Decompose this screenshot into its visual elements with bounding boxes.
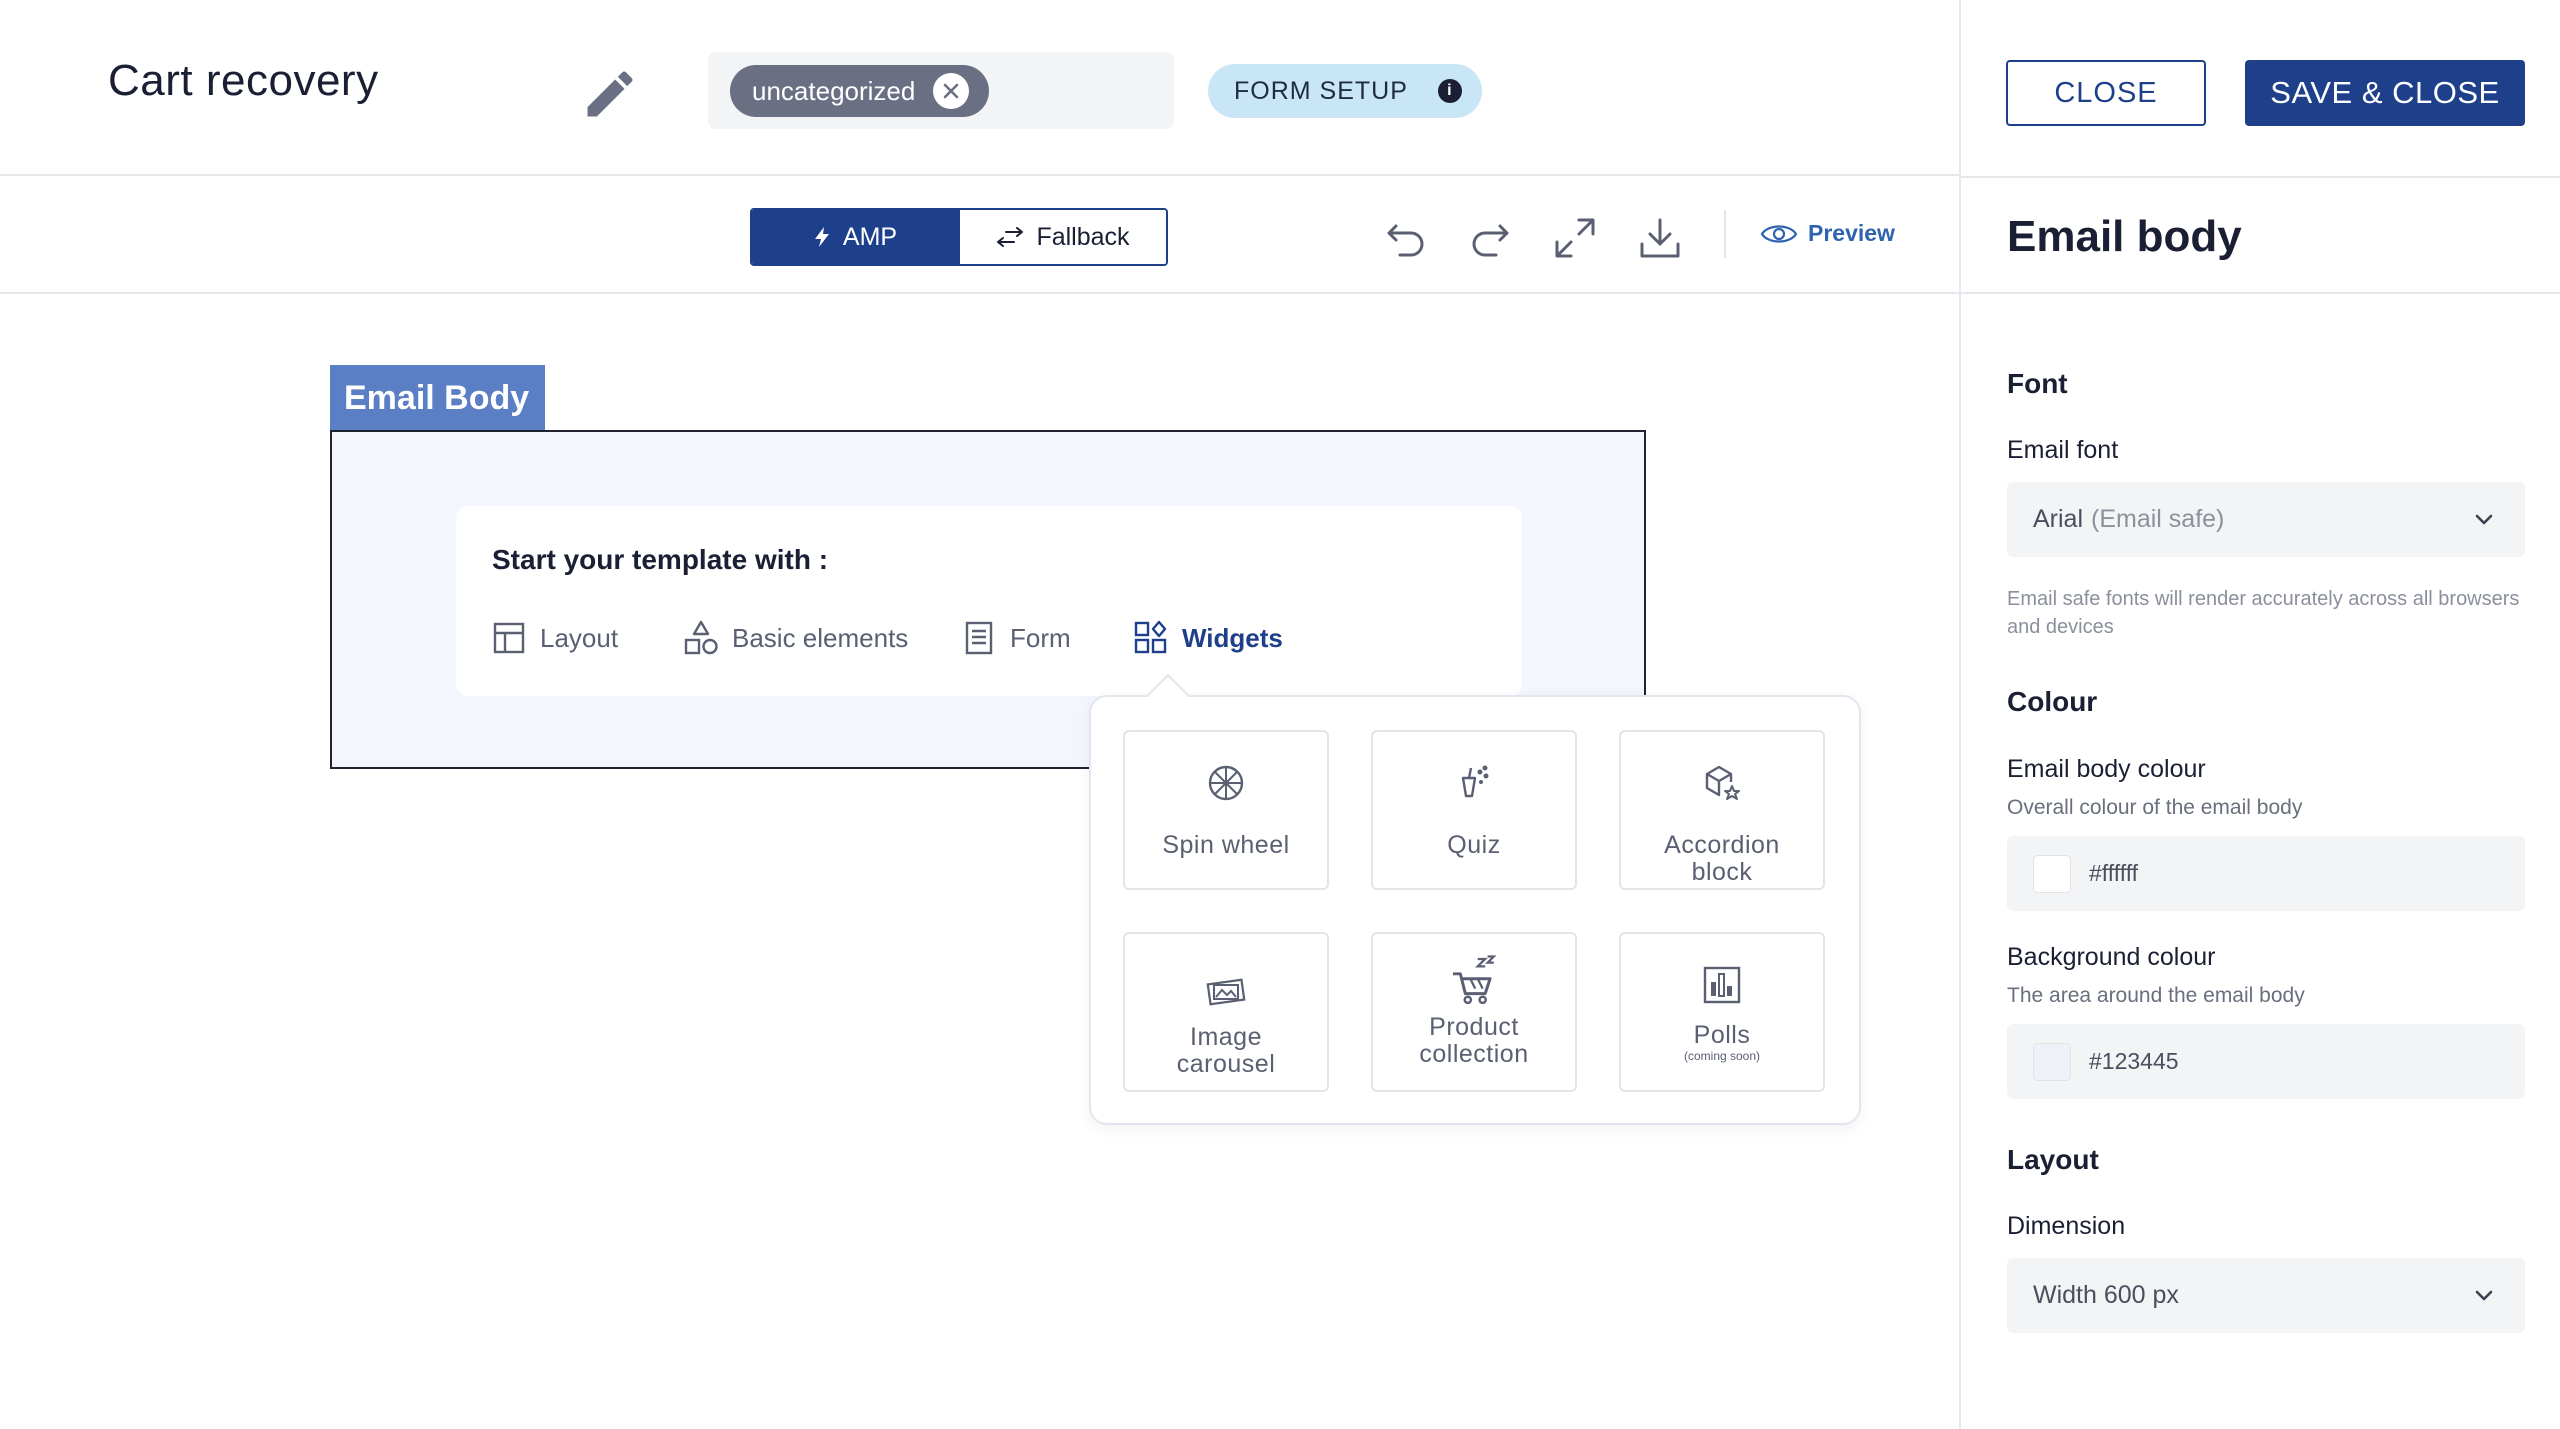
email-font-helper: Email safe fonts will render accurately … xyxy=(2007,588,2520,638)
option-form[interactable]: Form xyxy=(962,620,1071,656)
spin-wheel-icon xyxy=(1208,765,1244,801)
properties-panel: CLOSE SAVE & CLOSE Email body Font Email… xyxy=(1959,0,2560,1429)
option-basic-elements-label: Basic elements xyxy=(732,622,909,653)
form-icon xyxy=(965,621,993,655)
amp-tab[interactable]: AMP xyxy=(752,210,958,264)
option-layout[interactable]: Layout xyxy=(492,620,618,656)
save-and-close-button[interactable]: SAVE & CLOSE xyxy=(2245,60,2525,126)
preview-link[interactable]: Preview xyxy=(1760,220,1895,247)
email-body-colour-sub: Overall colour of the email body xyxy=(2007,796,2303,819)
colour-section-heading: Colour xyxy=(2007,686,2098,717)
widget-accordion-label-line2: block xyxy=(1691,858,1753,886)
quiz-icon xyxy=(1461,765,1489,798)
widget-spin-wheel[interactable]: Spin wheel xyxy=(1123,730,1329,890)
panel-divider xyxy=(1961,176,2560,178)
widgets-icon xyxy=(1134,620,1167,654)
email-body-colour-field[interactable]: #ffffff xyxy=(2007,836,2525,911)
widget-polls-label: Polls xyxy=(1693,1021,1751,1049)
download-icon[interactable] xyxy=(1638,216,1682,260)
form-setup-label: FORM SETUP xyxy=(1234,76,1408,105)
widget-quiz[interactable]: Quiz xyxy=(1371,730,1577,890)
pencil-edit-icon[interactable] xyxy=(580,64,640,124)
widget-quiz-label: Quiz xyxy=(1447,831,1501,859)
tag-input[interactable]: uncategorized xyxy=(708,52,1174,129)
amp-fallback-toggle: AMP Fallback xyxy=(750,208,1168,266)
close-button[interactable]: CLOSE xyxy=(2006,60,2206,126)
tag-chip-label: uncategorized xyxy=(752,75,916,106)
widget-product-collection-label-line1: Product xyxy=(1429,1013,1519,1041)
option-layout-label: Layout xyxy=(540,622,619,653)
eye-icon xyxy=(1760,224,1798,243)
option-basic-elements[interactable]: Basic elements xyxy=(684,620,908,656)
background-colour-label: Background colour xyxy=(2007,943,2216,971)
dimension-value: Width 600 px xyxy=(2033,1281,2179,1309)
top-bar: Cart recovery uncategorized FORM SETUP i xyxy=(0,0,1960,176)
email-body-colour-swatch[interactable] xyxy=(2033,854,2071,893)
option-widgets-label: Widgets xyxy=(1182,622,1283,653)
swap-arrows-icon xyxy=(997,227,1024,247)
start-template-title: Start your template with : xyxy=(492,544,829,575)
background-colour-swatch[interactable] xyxy=(2033,1042,2071,1081)
page-title: Cart recovery xyxy=(108,56,379,105)
panel-title: Email body xyxy=(2007,212,2242,261)
widget-image-carousel[interactable]: Image carousel xyxy=(1123,932,1329,1092)
email-font-note: (Email safe) xyxy=(2091,505,2225,533)
preview-label: Preview xyxy=(1808,220,1895,246)
widget-accordion-label-line1: Accordion xyxy=(1664,831,1780,859)
widget-accordion-block[interactable]: Accordion block xyxy=(1619,730,1825,890)
email-font-select[interactable]: Arial (Email safe) xyxy=(2007,482,2525,557)
widget-polls-coming-soon: (coming soon) xyxy=(1683,1049,1761,1063)
widget-polls[interactable]: Polls (coming soon) xyxy=(1619,932,1825,1092)
info-icon: i xyxy=(1437,79,1462,103)
background-colour-sub: The area around the email body xyxy=(2007,984,2305,1007)
dimension-select[interactable]: Width 600 px xyxy=(2007,1258,2525,1333)
remove-tag-button[interactable] xyxy=(933,73,970,109)
widget-product-collection[interactable]: Product collection xyxy=(1371,932,1577,1092)
image-carousel-icon xyxy=(1206,978,1246,1006)
product-collection-icon xyxy=(1452,955,1497,1005)
email-body-label[interactable]: Email Body xyxy=(330,365,545,431)
accordion-icon xyxy=(1705,765,1740,800)
email-body-colour-value: #ffffff xyxy=(2089,860,2139,886)
polls-icon xyxy=(1703,966,1741,1004)
shapes-icon xyxy=(684,620,718,655)
layout-section-heading: Layout xyxy=(2007,1144,2099,1175)
background-colour-field[interactable]: #123445 xyxy=(2007,1024,2525,1099)
redo-icon[interactable] xyxy=(1468,216,1512,260)
toolbar-divider xyxy=(1724,210,1726,258)
form-setup-button[interactable]: FORM SETUP i xyxy=(1208,64,1482,118)
option-widgets[interactable]: Widgets xyxy=(1134,620,1283,656)
panel-divider xyxy=(1961,292,2560,294)
chevron-down-icon xyxy=(2475,1290,2493,1301)
widget-image-carousel-label-line1: Image xyxy=(1190,1023,1262,1051)
email-font-value: Arial xyxy=(2033,505,2084,533)
close-icon xyxy=(944,83,959,99)
fallback-tab-label: Fallback xyxy=(1036,222,1130,251)
email-font-label: Email font xyxy=(2007,436,2119,464)
email-body-colour-label: Email body colour xyxy=(2007,755,2206,783)
widget-product-collection-label-line2: collection xyxy=(1419,1040,1529,1068)
amp-tab-label: AMP xyxy=(842,222,898,251)
dimension-label: Dimension xyxy=(2007,1212,2126,1240)
font-section-heading: Font xyxy=(2007,368,2068,399)
fullscreen-icon[interactable] xyxy=(1553,216,1597,260)
lightning-icon xyxy=(814,227,829,247)
option-form-label: Form xyxy=(1010,622,1071,653)
start-template-card: Start your template with : Layout Basic … xyxy=(456,506,1522,696)
tag-chip: uncategorized xyxy=(730,65,990,117)
widget-image-carousel-label-line2: carousel xyxy=(1176,1050,1276,1078)
widget-spin-wheel-label: Spin wheel xyxy=(1162,831,1290,859)
layout-icon xyxy=(493,622,525,654)
fallback-tab[interactable]: Fallback xyxy=(958,210,1166,264)
undo-icon[interactable] xyxy=(1384,216,1428,260)
background-colour-value: #123445 xyxy=(2089,1048,2179,1074)
chevron-down-icon xyxy=(2475,514,2493,525)
editor-toolbar: AMP Fallback Preview xyxy=(0,178,1960,294)
